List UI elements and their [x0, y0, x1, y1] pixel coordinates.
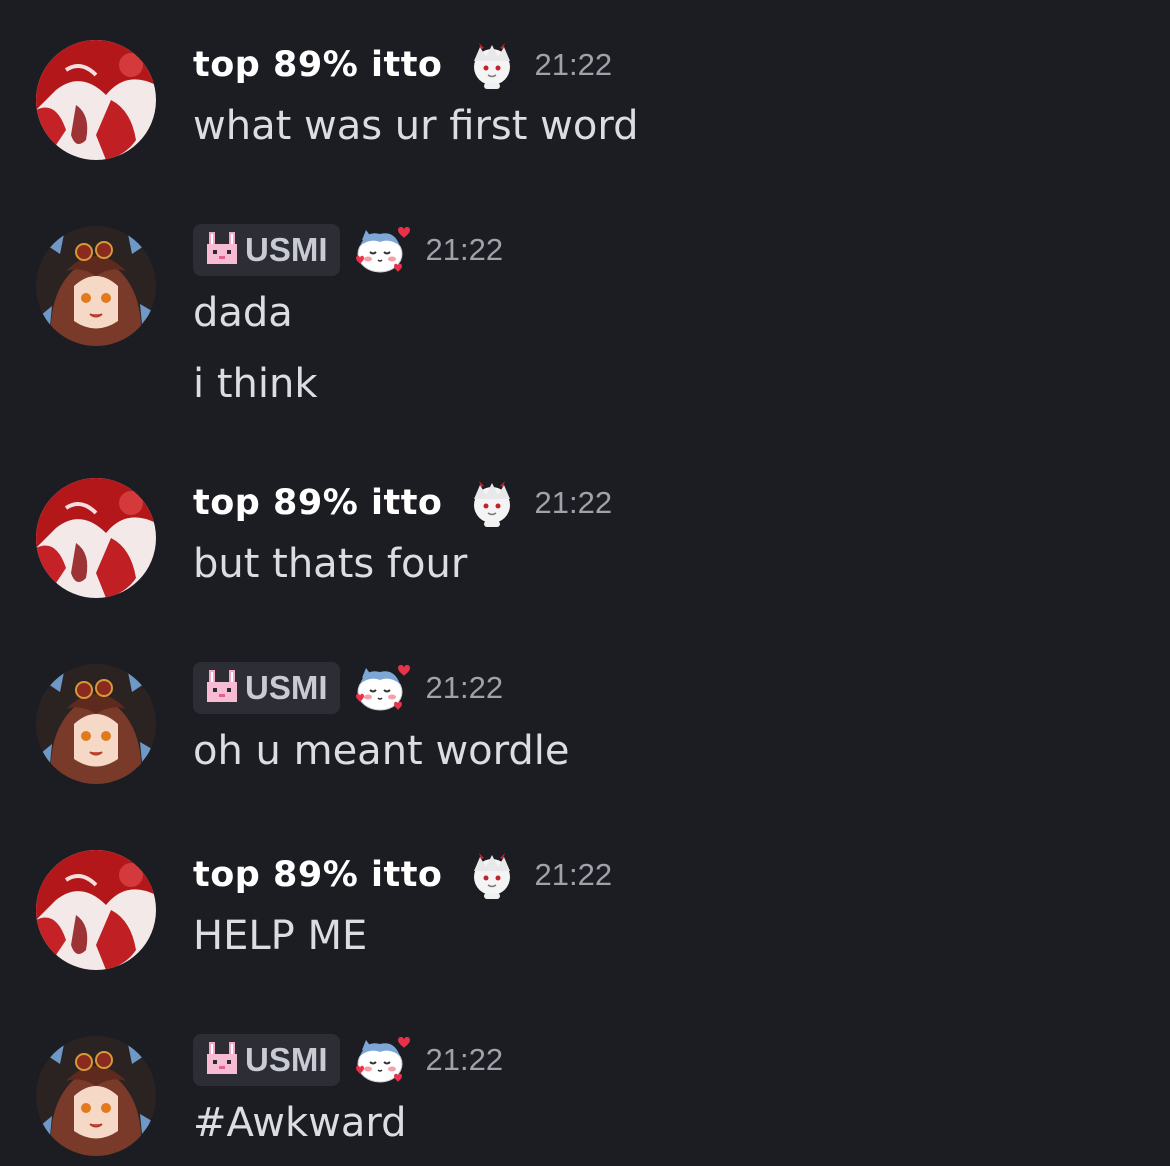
username: USMI: [245, 669, 328, 706]
message-header: top 89% itto 21:22: [193, 37, 612, 93]
cat-with-hearts-icon: [354, 224, 410, 276]
username[interactable]: top 89% itto: [193, 855, 442, 895]
user-tag[interactable]: USMI: [193, 662, 340, 714]
user-tag[interactable]: USMI: [193, 1034, 340, 1086]
brown-hair-anime-girl-avatar-icon: [36, 1036, 156, 1156]
user-tag[interactable]: USMI: [193, 224, 340, 276]
message-text: HELP ME: [193, 913, 368, 959]
message-text: #Awkward: [193, 1100, 407, 1146]
white-oni-chibi-icon: [466, 479, 518, 527]
username: USMI: [245, 1041, 328, 1078]
timestamp: 21:22: [534, 485, 613, 520]
timestamp: 21:22: [425, 232, 504, 267]
usmi-avatar[interactable]: [36, 1036, 156, 1156]
username[interactable]: top 89% itto: [193, 483, 442, 523]
message-text: but thats four: [193, 541, 468, 587]
chat-message-list: top 89% itto 21:22 what was ur first wor…: [0, 0, 1170, 1166]
message-header: top 89% itto 21:22: [193, 475, 612, 531]
timestamp: 21:22: [425, 670, 504, 705]
message-header: USMI 21:22: [193, 1032, 503, 1088]
username[interactable]: top 89% itto: [193, 45, 442, 85]
message-text: dada: [193, 290, 293, 336]
cat-with-hearts-icon: [354, 1034, 410, 1086]
white-oni-chibi-icon: [466, 41, 518, 89]
message-text: oh u meant wordle: [193, 728, 570, 774]
usmi-avatar[interactable]: [36, 664, 156, 784]
red-white-anime-avatar-icon: [36, 850, 156, 970]
red-white-anime-avatar-icon: [36, 40, 156, 160]
itto-avatar[interactable]: [36, 478, 156, 598]
itto-avatar[interactable]: [36, 850, 156, 970]
message-text: i think: [193, 361, 318, 407]
usmi-avatar[interactable]: [36, 226, 156, 346]
brown-hair-anime-girl-avatar-icon: [36, 664, 156, 784]
cat-with-hearts-icon: [354, 662, 410, 714]
pink-pixel-bunny-icon: [205, 230, 239, 270]
message-header: USMI 21:22: [193, 222, 503, 278]
pink-pixel-bunny-icon: [205, 668, 239, 708]
timestamp: 21:22: [425, 1042, 504, 1077]
username: USMI: [245, 231, 328, 268]
red-white-anime-avatar-icon: [36, 478, 156, 598]
white-oni-chibi-icon: [466, 851, 518, 899]
timestamp: 21:22: [534, 47, 613, 82]
message-text: what was ur first word: [193, 103, 639, 149]
message-header: top 89% itto 21:22: [193, 847, 612, 903]
brown-hair-anime-girl-avatar-icon: [36, 226, 156, 346]
itto-avatar[interactable]: [36, 40, 156, 160]
timestamp: 21:22: [534, 857, 613, 892]
pink-pixel-bunny-icon: [205, 1040, 239, 1080]
message-header: USMI 21:22: [193, 660, 503, 716]
